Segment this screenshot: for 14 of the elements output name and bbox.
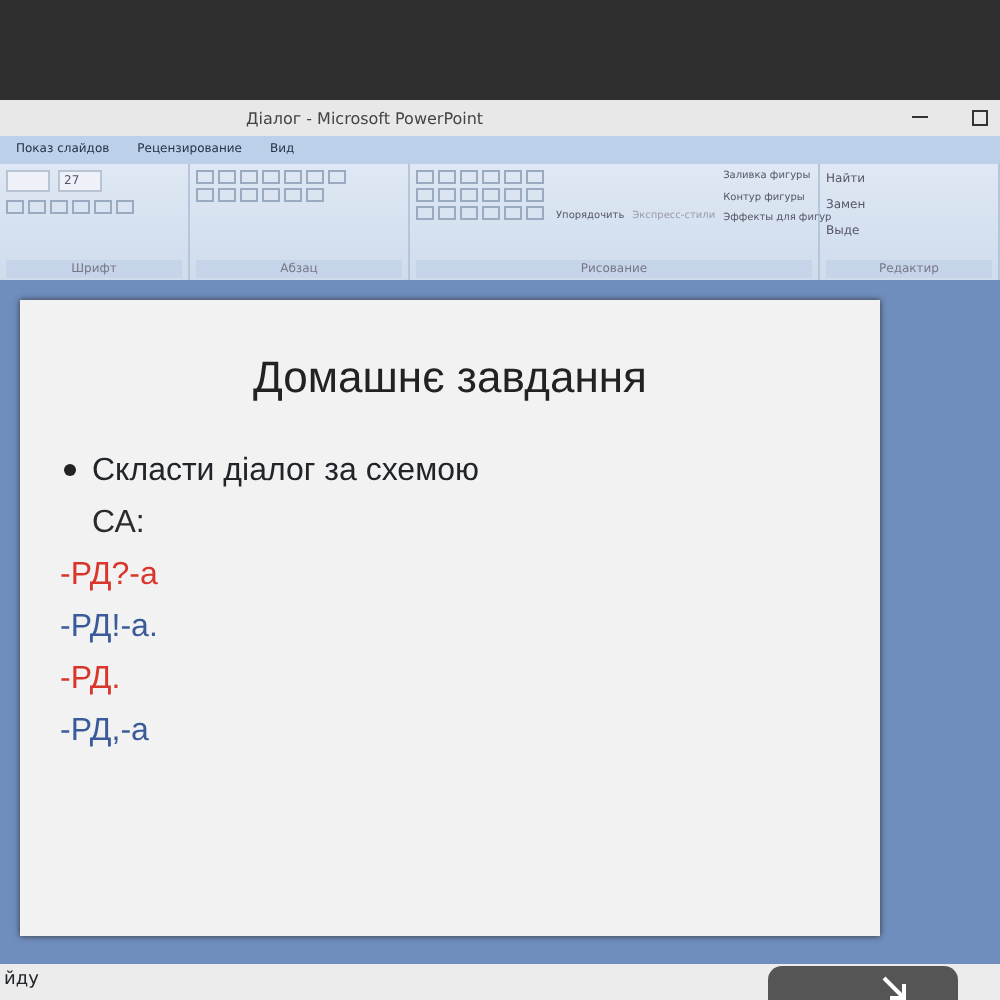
slide-text: СА: bbox=[90, 504, 147, 544]
font-name-field[interactable] bbox=[6, 170, 50, 192]
slide-text: -РД!-а. bbox=[60, 608, 160, 648]
minimize-icon[interactable] bbox=[912, 116, 928, 120]
status-text: йду bbox=[4, 970, 39, 990]
slide-text: -РД. bbox=[60, 660, 123, 700]
arrow-icon[interactable] bbox=[880, 976, 908, 1000]
window-title: Діалог - Microsoft PowerPoint bbox=[246, 108, 484, 132]
maximize-icon[interactable] bbox=[972, 110, 988, 126]
slide-title: Домашнє завдання bbox=[251, 350, 649, 406]
bullet-icon bbox=[64, 463, 76, 475]
slide-text: -РД,-а bbox=[60, 712, 151, 752]
slide-text: -РД?-а bbox=[60, 556, 160, 596]
bullet-text: Скласти діалог за схемою bbox=[92, 452, 479, 492]
